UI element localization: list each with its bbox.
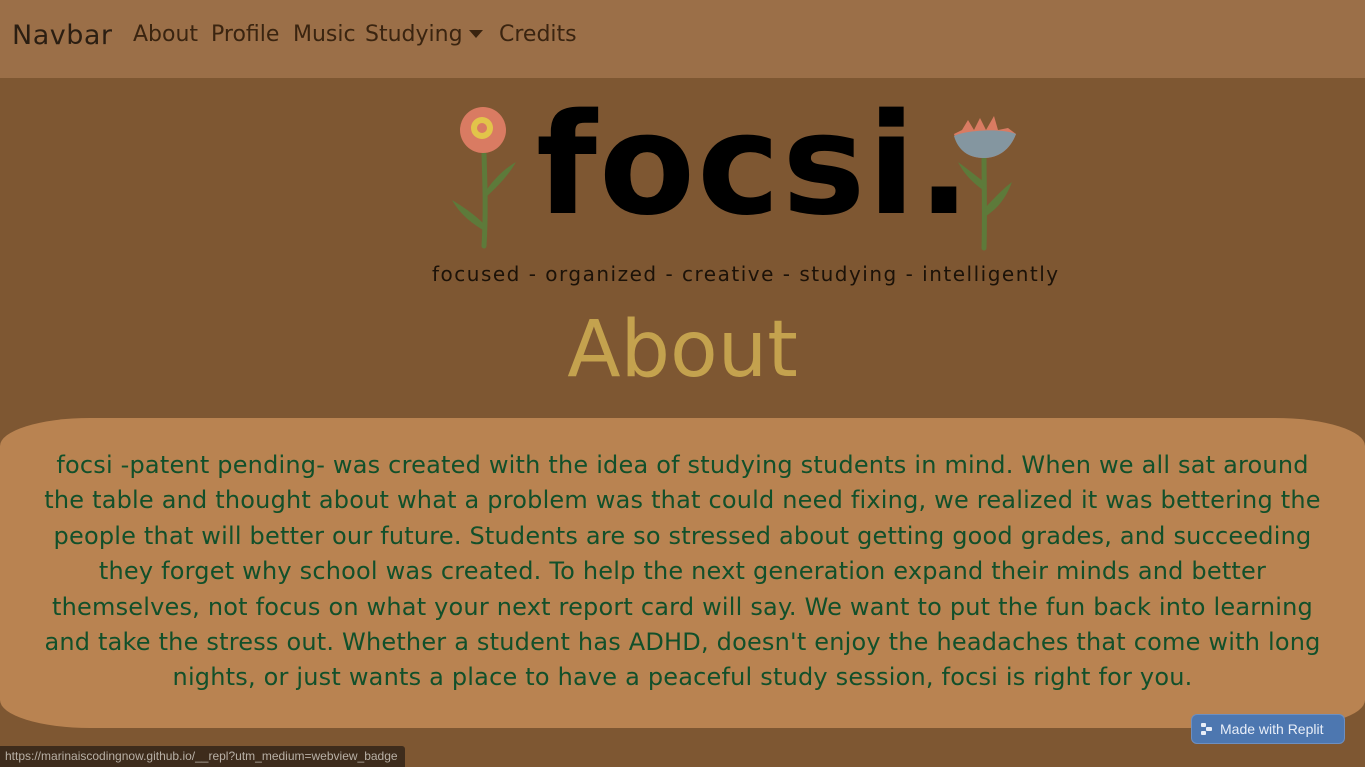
status-bar-url: https://marinaiscodingnow.github.io/__re… (0, 746, 405, 767)
made-with-replit-badge[interactable]: Made with Replit (1191, 714, 1345, 744)
page-title: About (567, 305, 798, 395)
about-card: focsi -patent pending- was created with … (0, 418, 1365, 728)
nav-item-studying-dropdown[interactable]: Studying (365, 22, 463, 47)
logo-wordmark: focsi. (536, 84, 973, 247)
navbar-brand[interactable]: Navbar (12, 20, 113, 51)
focsi-logo: focsi. (440, 86, 1020, 258)
blue-flower-icon (954, 116, 1016, 251)
navbar: Navbar About Profile Music Studying Cred… (0, 0, 1365, 78)
chevron-down-icon[interactable] (469, 30, 483, 38)
nav-item-credits[interactable]: Credits (499, 22, 577, 47)
tagline: focused - organized - creative - studyin… (432, 262, 1060, 286)
nav-item-about[interactable]: About (133, 22, 198, 47)
pink-flower-icon (452, 107, 516, 249)
nav-item-music[interactable]: Music (293, 22, 356, 47)
nav-item-profile[interactable]: Profile (211, 22, 279, 47)
replit-icon (1201, 723, 1212, 735)
about-description: focsi -patent pending- was created with … (44, 451, 1321, 692)
replit-badge-label: Made with Replit (1220, 721, 1324, 737)
